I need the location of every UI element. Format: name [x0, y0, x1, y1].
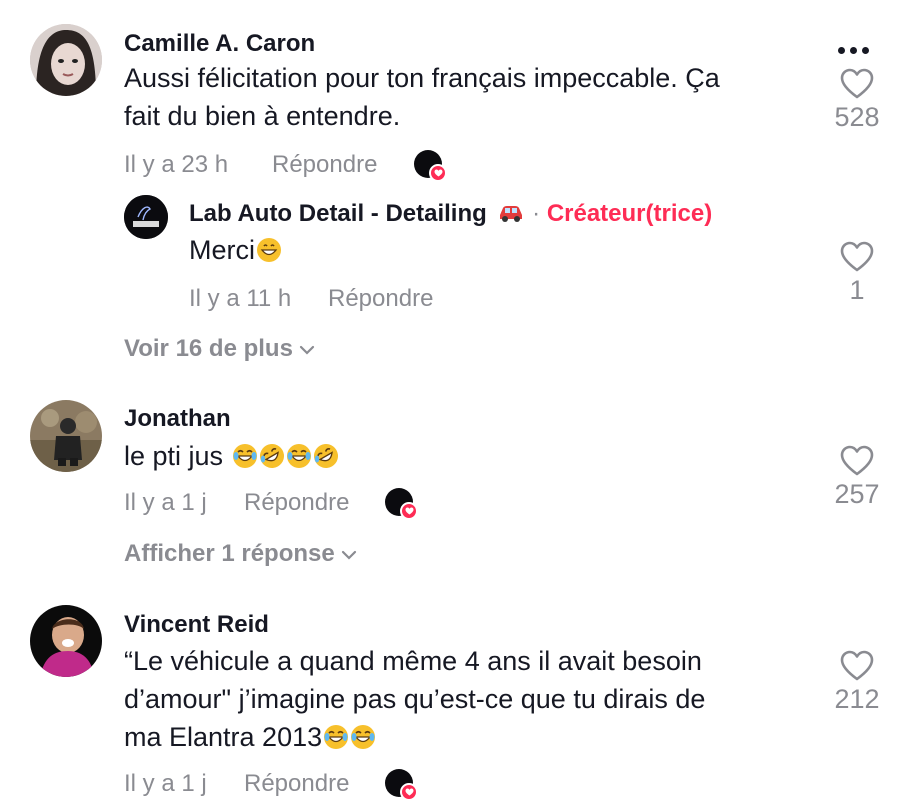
- heart-badge-icon: [429, 164, 447, 182]
- comment-text: Aussi félicitation pour ton français imp…: [124, 59, 720, 135]
- comment-author[interactable]: Vincent Reid: [124, 611, 269, 639]
- like-count: 257: [834, 479, 880, 509]
- more-options-icon[interactable]: [838, 41, 874, 59]
- like-column: 257: [817, 445, 897, 510]
- creator-avatar[interactable]: [124, 195, 168, 239]
- comment-text-content: le pti jus: [124, 441, 224, 471]
- comment-author[interactable]: Camille A. Caron: [124, 30, 315, 58]
- like-count: 212: [834, 684, 880, 714]
- car-icon: [500, 206, 523, 222]
- reply-button[interactable]: Répondre: [244, 770, 349, 798]
- reply-button[interactable]: Répondre: [328, 285, 433, 313]
- heart-badge-icon: [400, 502, 418, 520]
- show-replies-label: Afficher 1 réponse: [124, 540, 335, 567]
- avatar[interactable]: [30, 400, 102, 472]
- reply-time: Il y a 11 h: [189, 285, 292, 312]
- comment-text-line: Aussi félicitation pour ton français imp…: [124, 63, 720, 93]
- comment-text-line: “Le véhicule a quand même 4 ans il avait…: [124, 646, 702, 676]
- creator-liked-badge[interactable]: [414, 150, 448, 184]
- reply-author[interactable]: Lab Auto Detail - Detailing: [189, 200, 487, 227]
- like-column: 528: [817, 68, 897, 133]
- heart-icon[interactable]: [840, 445, 874, 477]
- creator-liked-badge[interactable]: [385, 488, 419, 522]
- like-count: 528: [834, 102, 880, 132]
- comment-time: Il y a 23 h: [124, 151, 229, 178]
- comment-text: “Le véhicule a quand même 4 ans il avait…: [124, 642, 705, 756]
- joy-emoji: [232, 444, 257, 468]
- joy-emoji: [324, 725, 349, 749]
- comment-text-line: d’amour" j’imagine pas qu’est-ce que tu …: [124, 684, 706, 714]
- comment-text-line-with-emoji: ma Elantra 2013: [124, 718, 705, 756]
- creator-tag: Créateur(trice): [546, 200, 713, 227]
- creator-liked-badge[interactable]: [385, 769, 419, 803]
- comment-text-line: ma Elantra 2013: [124, 722, 323, 752]
- chevron-down-icon: [299, 345, 315, 355]
- avatar[interactable]: [30, 605, 102, 677]
- avatar-photo: [30, 24, 102, 96]
- comment-author[interactable]: Jonathan: [124, 405, 231, 433]
- avatar-photo: [30, 605, 102, 677]
- like-column: 212: [817, 650, 897, 715]
- like-column: 1: [817, 241, 897, 306]
- lab-auto-detail-logo: [124, 195, 168, 239]
- avatar[interactable]: [30, 24, 102, 96]
- chevron-down-icon: [341, 550, 356, 560]
- rofl-emoji: [259, 444, 284, 468]
- reply-button[interactable]: Répondre: [272, 151, 377, 179]
- separator-dot: ·: [532, 200, 541, 227]
- reply-text: Merci: [189, 231, 282, 269]
- heart-icon[interactable]: [840, 241, 874, 273]
- comment-time: Il y a 1 j: [124, 770, 207, 797]
- like-count: 1: [849, 275, 865, 305]
- comment-text-line: fait du bien à entendre.: [124, 101, 401, 131]
- reply-button[interactable]: Répondre: [244, 489, 349, 517]
- comment-time: Il y a 1 j: [124, 489, 207, 516]
- rofl-emoji: [313, 444, 338, 468]
- heart-icon[interactable]: [840, 650, 874, 682]
- avatar-photo: [30, 400, 102, 472]
- reply-text-content: Merci: [189, 235, 255, 265]
- view-more-replies[interactable]: Voir 16 de plus: [124, 335, 315, 363]
- view-more-label: Voir 16 de plus: [124, 335, 293, 362]
- grinning-face-emoji: [257, 238, 281, 262]
- heart-badge-icon: [400, 783, 418, 801]
- comment-text: le pti jus: [124, 437, 339, 475]
- heart-icon[interactable]: [840, 68, 874, 100]
- joy-emoji: [286, 444, 311, 468]
- joy-emoji: [351, 725, 376, 749]
- reply-author-line: Lab Auto Detail - Detailing · Créateur(t…: [189, 200, 712, 228]
- show-replies[interactable]: Afficher 1 réponse: [124, 540, 357, 568]
